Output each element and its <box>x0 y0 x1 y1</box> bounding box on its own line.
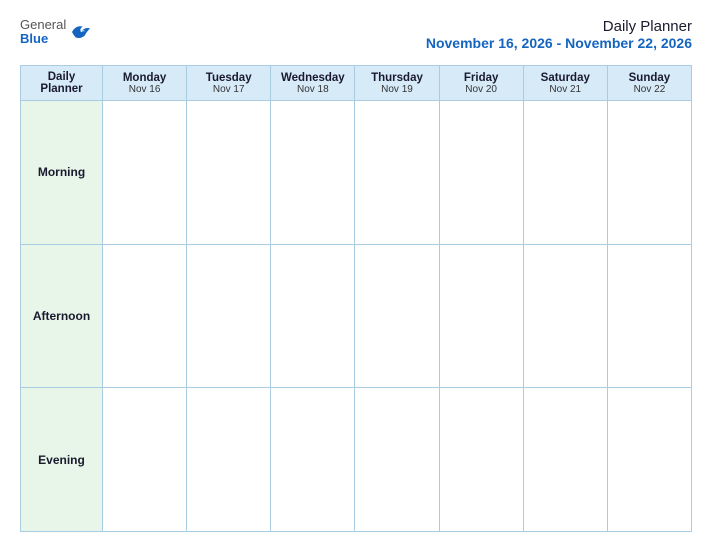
table-row-afternoon: Afternoon <box>21 244 692 388</box>
th-tuesday-sub: Nov 17 <box>190 84 267 95</box>
cell-morning-fri[interactable] <box>439 101 523 245</box>
th-saturday: SaturdayNov 21 <box>523 66 607 101</box>
header-right: Daily Planner November 16, 2026 - Novemb… <box>426 18 692 51</box>
label-morning: Morning <box>21 101 103 245</box>
planner-title: Daily Planner <box>426 18 692 35</box>
th-monday: MondayNov 16 <box>103 66 187 101</box>
cell-morning-wed[interactable] <box>271 101 355 245</box>
cell-afternoon-mon[interactable] <box>103 244 187 388</box>
logo: General Blue <box>20 18 92 47</box>
th-thursday: ThursdayNov 19 <box>355 66 439 101</box>
cell-evening-wed[interactable] <box>271 388 355 532</box>
table-row-morning: Morning <box>21 101 692 245</box>
cell-evening-sun[interactable] <box>607 388 691 532</box>
table-header-row: Daily Planner MondayNov 16 TuesdayNov 17… <box>21 66 692 101</box>
th-monday-sub: Nov 16 <box>106 84 183 95</box>
cell-evening-thu[interactable] <box>355 388 439 532</box>
cell-evening-fri[interactable] <box>439 388 523 532</box>
cell-evening-sat[interactable] <box>523 388 607 532</box>
table-row-evening: Evening <box>21 388 692 532</box>
th-sunday: SundayNov 22 <box>607 66 691 101</box>
cell-morning-mon[interactable] <box>103 101 187 245</box>
planner-date-range: November 16, 2026 - November 22, 2026 <box>426 35 692 51</box>
cell-afternoon-sat[interactable] <box>523 244 607 388</box>
label-header: Daily Planner <box>21 66 103 101</box>
label-afternoon: Afternoon <box>21 244 103 388</box>
logo-blue-text: Blue <box>20 32 66 46</box>
logo-bird-icon <box>70 23 92 41</box>
cell-afternoon-thu[interactable] <box>355 244 439 388</box>
th-friday-sub: Nov 20 <box>443 84 520 95</box>
cell-afternoon-tue[interactable] <box>187 244 271 388</box>
header: General Blue Daily Planner November 16, … <box>20 18 692 51</box>
logo-general-text: General <box>20 18 66 32</box>
cell-evening-tue[interactable] <box>187 388 271 532</box>
th-tuesday: TuesdayNov 17 <box>187 66 271 101</box>
th-friday: FridayNov 20 <box>439 66 523 101</box>
th-thursday-sub: Nov 19 <box>358 84 435 95</box>
label-evening: Evening <box>21 388 103 532</box>
cell-morning-thu[interactable] <box>355 101 439 245</box>
cell-afternoon-sun[interactable] <box>607 244 691 388</box>
th-wednesday: WednesdayNov 18 <box>271 66 355 101</box>
cell-afternoon-fri[interactable] <box>439 244 523 388</box>
th-sunday-sub: Nov 22 <box>611 84 688 95</box>
cell-afternoon-wed[interactable] <box>271 244 355 388</box>
cell-morning-sat[interactable] <box>523 101 607 245</box>
cell-morning-tue[interactable] <box>187 101 271 245</box>
planner-table: Daily Planner MondayNov 16 TuesdayNov 17… <box>20 65 692 532</box>
label-header-line2: Planner <box>40 83 82 95</box>
cell-evening-mon[interactable] <box>103 388 187 532</box>
th-wednesday-sub: Nov 18 <box>274 84 351 95</box>
label-header-line1: Daily <box>48 71 76 83</box>
cell-morning-sun[interactable] <box>607 101 691 245</box>
page: General Blue Daily Planner November 16, … <box>0 0 712 550</box>
th-saturday-sub: Nov 21 <box>527 84 604 95</box>
